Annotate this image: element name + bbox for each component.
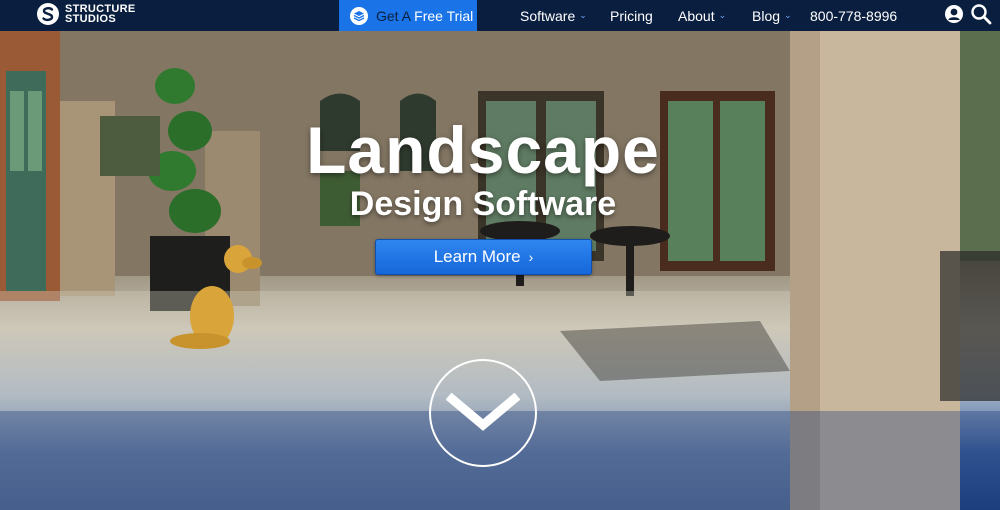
structure-studios-logo[interactable]: STRUCTURE STUDIOS [37, 3, 136, 25]
nav-software[interactable]: Software ⌄ [520, 0, 587, 31]
chevron-down-icon [446, 393, 520, 431]
logo-s-icon [37, 3, 59, 25]
logo-line-2: STUDIOS [65, 13, 116, 25]
free-trial-label: Free Trial [414, 7, 474, 24]
free-trial-button[interactable]: Get A Free Trial [339, 0, 477, 31]
top-nav-bar: STRUCTURE STUDIOS Get A Free Trial Softw… [0, 0, 1000, 31]
search-icon[interactable] [970, 3, 992, 25]
learn-more-label: Learn More [433, 247, 521, 266]
hero-subtitle: Design Software [349, 185, 617, 223]
bundle-box-icon [350, 6, 368, 25]
scroll-down-button[interactable] [429, 359, 537, 467]
nav-about-label: About [678, 7, 715, 24]
chevron-right-icon: › [528, 249, 534, 265]
nav-pricing[interactable]: Pricing [610, 0, 653, 31]
logo-wordmark: STRUCTURE STUDIOS [65, 4, 136, 25]
chevron-down-icon: ⌄ [579, 10, 587, 20]
nav-phone-number[interactable]: 800-778-8996 [810, 0, 897, 31]
hero-banner: Landscape Design Software Learn More › [0, 31, 1000, 510]
chevron-down-icon: ⌄ [784, 10, 792, 20]
user-account-icon[interactable] [944, 4, 964, 24]
nav-blog[interactable]: Blog ⌄ [752, 0, 792, 31]
free-trial-prefix: Get A [376, 7, 411, 24]
free-trial-text: Get A Free Trial [376, 8, 473, 24]
learn-more-button[interactable]: Learn More › [375, 239, 592, 275]
hero-title: Landscape [306, 113, 660, 187]
nav-about[interactable]: About ⌄ [678, 0, 726, 31]
nav-software-label: Software [520, 7, 576, 24]
nav-blog-label: Blog [752, 7, 781, 24]
chevron-down-icon: ⌄ [718, 10, 727, 20]
